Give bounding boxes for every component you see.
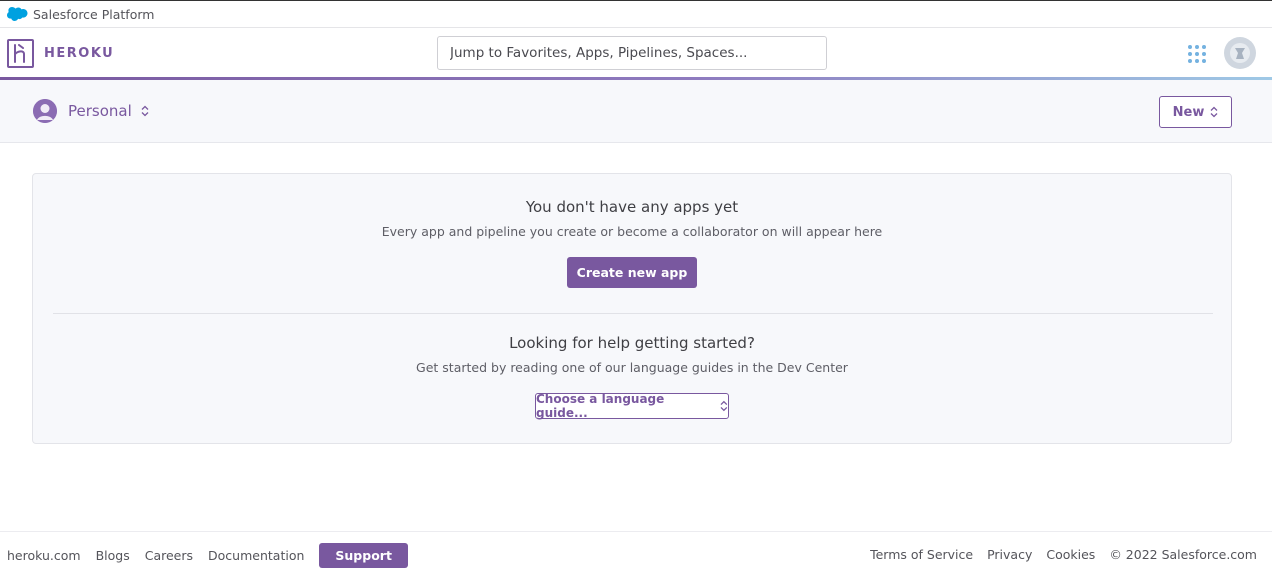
- user-avatar-icon[interactable]: [1224, 37, 1256, 69]
- copyright-text: © 2022 Salesforce.com: [1109, 547, 1257, 562]
- empty-title: You don't have any apps yet: [525, 198, 739, 216]
- footer-right-links: Terms of Service Privacy Cookies © 2022 …: [870, 543, 1257, 567]
- new-button[interactable]: New: [1159, 96, 1232, 128]
- create-new-app-button[interactable]: Create new app: [567, 257, 697, 288]
- search-input[interactable]: [437, 36, 827, 70]
- footer-link-privacy[interactable]: Privacy: [987, 543, 1032, 567]
- footer-left-links: heroku.com Blogs Careers Documentation S…: [7, 543, 408, 568]
- page-footer: heroku.com Blogs Careers Documentation S…: [0, 531, 1272, 580]
- account-subnav: Personal New: [0, 80, 1272, 143]
- heroku-logo-icon: [7, 39, 34, 68]
- chevron-updown-icon: [1210, 106, 1218, 118]
- footer-link-heroku[interactable]: heroku.com: [7, 544, 81, 568]
- grid-dots-icon[interactable]: [1187, 44, 1207, 64]
- footer-link-careers[interactable]: Careers: [145, 544, 193, 568]
- personal-avatar-icon: [33, 99, 57, 123]
- account-switcher[interactable]: Personal: [33, 99, 149, 123]
- footer-link-cookies[interactable]: Cookies: [1046, 543, 1095, 567]
- help-title: Looking for help getting started?: [509, 334, 755, 352]
- chevron-updown-icon: [141, 105, 149, 117]
- language-guide-select[interactable]: Choose a language guide...: [535, 392, 729, 420]
- salesforce-platform-bar: Salesforce Platform: [0, 0, 1272, 28]
- panel-divider: [53, 313, 1213, 314]
- chevron-updown-icon: [720, 400, 728, 412]
- salesforce-cloud-icon: [7, 7, 28, 21]
- footer-link-blogs[interactable]: Blogs: [96, 544, 130, 568]
- platform-label: Salesforce Platform: [33, 6, 155, 22]
- footer-link-terms[interactable]: Terms of Service: [870, 543, 973, 567]
- help-subtitle: Get started by reading one of our langua…: [416, 360, 848, 375]
- support-button[interactable]: Support: [319, 543, 408, 568]
- top-header: HEROKU: [0, 28, 1272, 78]
- new-button-label: New: [1172, 104, 1205, 120]
- account-label: Personal: [68, 102, 132, 120]
- heroku-brand[interactable]: HEROKU: [7, 39, 114, 68]
- empty-apps-panel: You don't have any apps yet Every app an…: [32, 173, 1232, 444]
- footer-link-documentation[interactable]: Documentation: [208, 544, 304, 568]
- language-guide-label: Choose a language guide...: [536, 392, 665, 420]
- empty-subtitle: Every app and pipeline you create or bec…: [381, 224, 883, 239]
- heroku-wordmark: HEROKU: [44, 46, 115, 61]
